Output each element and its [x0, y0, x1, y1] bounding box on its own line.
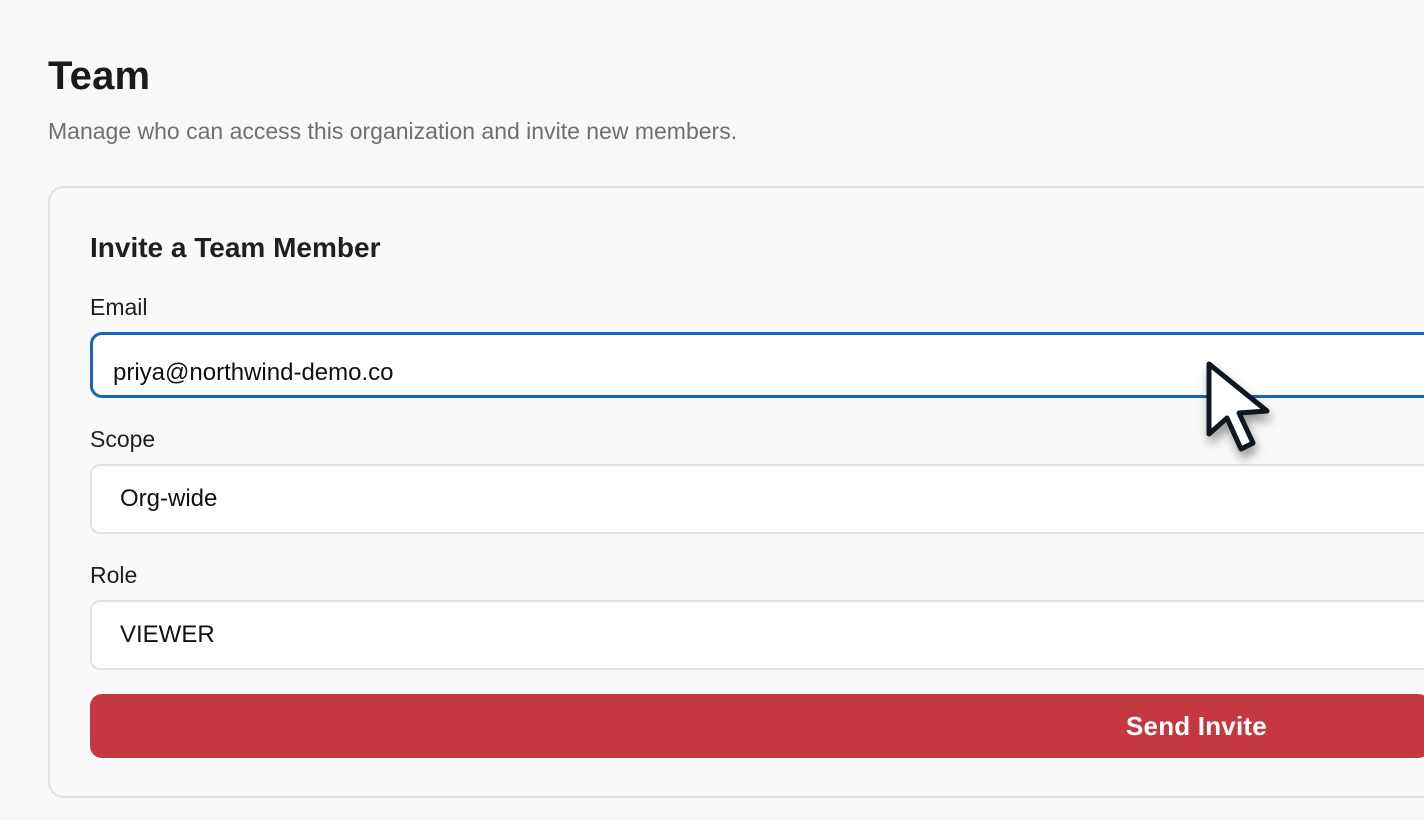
- page-title: Team: [48, 54, 151, 98]
- scope-select[interactable]: Org-wide: [90, 464, 1424, 534]
- send-invite-button[interactable]: Send Invite: [90, 694, 1424, 758]
- page-subtitle: Manage who can access this organization …: [48, 118, 738, 144]
- role-select[interactable]: VIEWER: [90, 600, 1424, 670]
- invite-card: Invite a Team Member Email Scope Org-wid…: [48, 186, 1424, 798]
- role-selected-value: VIEWER: [120, 621, 215, 648]
- team-page: Team Manage who can access this organiza…: [0, 0, 1424, 820]
- scope-label: Scope: [90, 426, 156, 452]
- send-invite-label: Send Invite: [1126, 711, 1267, 741]
- email-label: Email: [90, 294, 148, 320]
- invite-card-title: Invite a Team Member: [90, 232, 381, 263]
- mouse-pointer-icon: [1206, 361, 1270, 452]
- role-label: Role: [90, 562, 138, 588]
- scope-selected-value: Org-wide: [120, 485, 218, 512]
